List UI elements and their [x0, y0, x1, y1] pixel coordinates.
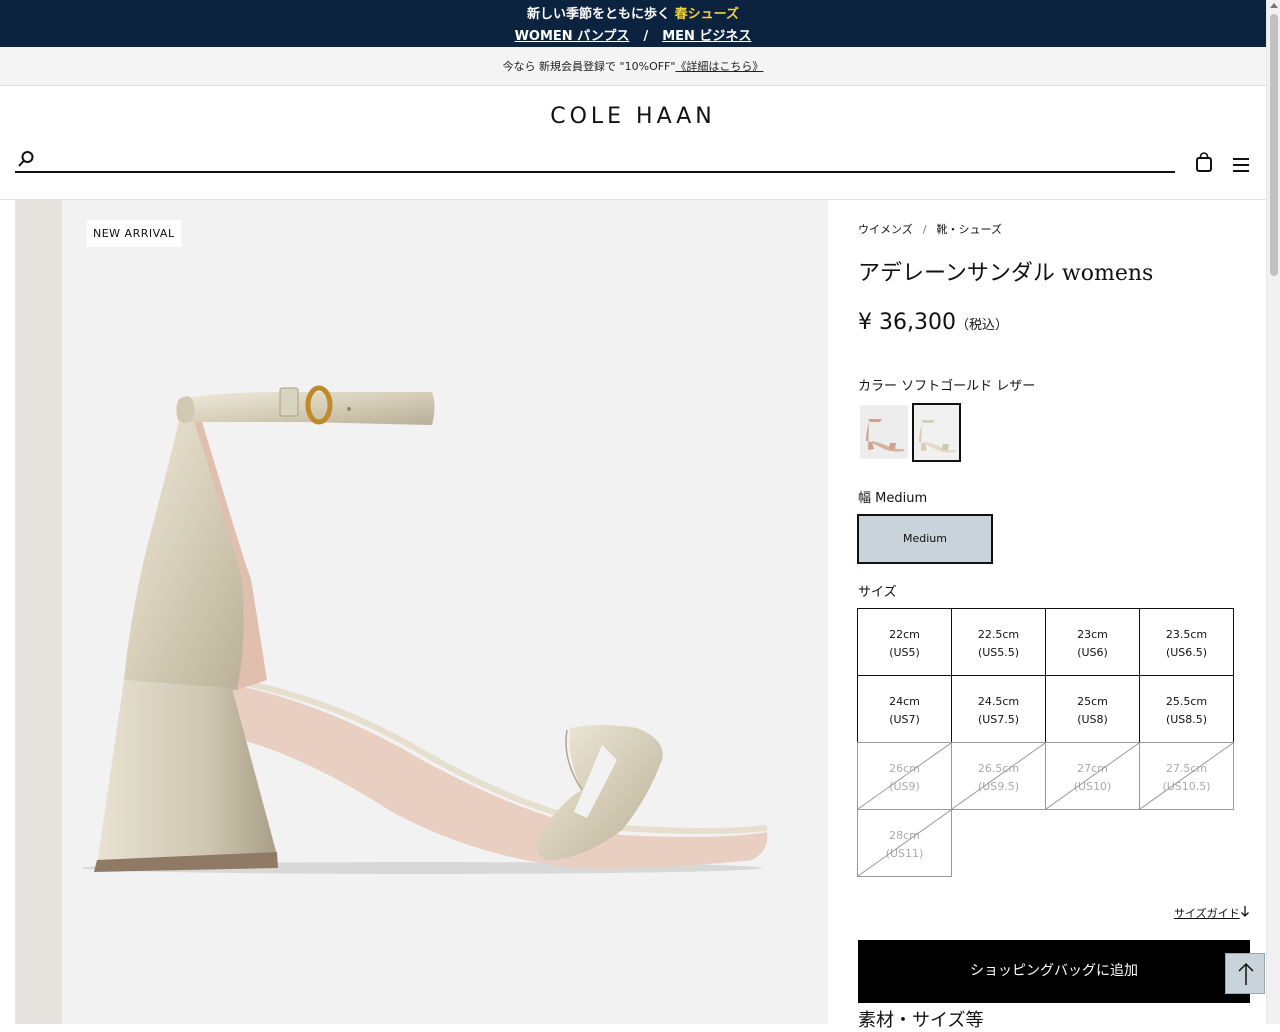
arrow-up-icon: [1238, 962, 1254, 985]
size-option-us: (US8): [1077, 713, 1108, 726]
size-option[interactable]: 25.5cm (US8.5): [1139, 675, 1234, 743]
size-option[interactable]: 22cm (US5): [857, 608, 952, 676]
color-label: カラー ソフトゴールド レザー: [858, 379, 1036, 394]
size-option-cm: 25cm: [1077, 695, 1108, 708]
size-option-cm: 26.5cm: [977, 762, 1020, 775]
member-notice: 今なら 新規会員登録で "10%OFF"《詳細はこちら》: [0, 47, 1266, 86]
size-option: 27.5cm (US10.5): [1139, 742, 1234, 810]
hamburger-menu-icon[interactable]: [1232, 157, 1250, 177]
size-option-cm: 27cm: [1077, 762, 1108, 775]
size-option[interactable]: 22.5cm (US5.5): [951, 608, 1046, 676]
price-tax-note: （税込）: [955, 318, 1008, 333]
scrollbar-thumb[interactable]: [1270, 14, 1278, 276]
product-main-image[interactable]: NEW ARRIVAL: [62, 200, 828, 1024]
promo-links: WOMEN パンプス / MEN ビジネス: [0, 25, 1266, 44]
search-icon[interactable]: [17, 150, 35, 172]
size-option-us: (US5): [889, 646, 920, 659]
add-to-bag-button[interactable]: ショッピングバッグに追加: [858, 940, 1250, 1003]
size-option-cm: 22.5cm: [977, 628, 1020, 641]
price-value: ¥ 36,300: [858, 310, 956, 335]
size-option-cm: 27.5cm: [1165, 762, 1208, 775]
size-option-us: (US7.5): [977, 713, 1020, 726]
promo-link-women[interactable]: WOMEN パンプス: [515, 29, 630, 44]
size-option: 28cm (US11): [857, 809, 952, 877]
size-option-cm: 24.5cm: [977, 695, 1020, 708]
promo-headline-text: 新しい季節をともに歩く: [527, 7, 671, 22]
new-arrival-badge: NEW ARRIVAL: [87, 220, 181, 247]
size-option-us: (US9.5): [977, 780, 1020, 793]
size-option-us: (US5.5): [977, 646, 1020, 659]
scroll-up-arrow-icon[interactable]: [1270, 3, 1278, 8]
promo-link-separator: /: [643, 29, 649, 44]
product-title: アデレーンサンダル womens: [858, 261, 1154, 286]
size-option-us: (US9): [889, 780, 920, 793]
back-to-top-button[interactable]: [1225, 953, 1265, 994]
size-option-us: (US8.5): [1165, 713, 1208, 726]
size-option: 26cm (US9): [857, 742, 952, 810]
sandal-image: [82, 385, 768, 874]
size-option[interactable]: 25cm (US8): [1045, 675, 1140, 743]
breadcrumb-separator: /: [922, 223, 927, 236]
size-option-cm: 22cm: [889, 628, 920, 641]
size-option[interactable]: 24.5cm (US7.5): [951, 675, 1046, 743]
size-option: 26.5cm (US9.5): [951, 742, 1046, 810]
size-option-us: (US6): [1077, 646, 1108, 659]
size-option-cm: 28cm: [889, 829, 920, 842]
size-option-cm: 26cm: [889, 762, 920, 775]
materials-heading: 素材・サイズ等: [858, 1010, 984, 1031]
color-swatch-1[interactable]: [860, 405, 908, 459]
breadcrumb-item-women[interactable]: ウイメンズ: [858, 223, 913, 236]
size-option[interactable]: 24cm (US7): [857, 675, 952, 743]
size-label: サイズ: [858, 585, 897, 600]
promo-headline: 新しい季節をともに歩く 春シューズ: [0, 3, 1266, 22]
size-option-us: (US10.5): [1162, 780, 1211, 793]
size-option-us: (US11): [885, 847, 924, 860]
gallery-thumbnail-strip[interactable]: [15, 200, 62, 1024]
promo-link-men[interactable]: MEN ビジネス: [662, 29, 751, 44]
brand-logo[interactable]: COLE HAAN: [0, 104, 1266, 129]
size-option-us: (US10): [1073, 780, 1112, 793]
promo-headline-highlight[interactable]: 春シューズ: [675, 7, 739, 22]
size-option-cm: 25.5cm: [1165, 695, 1208, 708]
size-option-cm: 24cm: [889, 695, 920, 708]
size-option-us: (US7): [889, 713, 920, 726]
size-option-cm: 23.5cm: [1165, 628, 1208, 641]
size-guide-link[interactable]: サイズガイド: [1174, 905, 1240, 921]
size-option-us: (US6.5): [1165, 646, 1208, 659]
size-option: 27cm (US10): [1045, 742, 1140, 810]
breadcrumb-item-shoes[interactable]: 靴・シューズ: [937, 223, 1002, 236]
size-option[interactable]: 23cm (US6): [1045, 608, 1140, 676]
page-scrollbar[interactable]: [1266, 0, 1280, 1024]
search-bar: [15, 150, 1175, 173]
shopping-bag-icon[interactable]: [1196, 152, 1212, 176]
size-option-cm: 23cm: [1077, 628, 1108, 641]
color-swatch-2[interactable]: [912, 403, 961, 462]
member-notice-text: 今なら 新規会員登録で "10%OFF": [502, 60, 676, 73]
member-notice-link[interactable]: 《詳細はこちら》: [675, 60, 763, 73]
search-input[interactable]: [45, 150, 1165, 170]
width-label: 幅 Medium: [858, 491, 928, 506]
product-price: ¥ 36,300（税込）: [858, 310, 1008, 335]
size-option[interactable]: 23.5cm (US6.5): [1139, 608, 1234, 676]
width-option-medium[interactable]: Medium: [857, 514, 993, 564]
breadcrumb: ウイメンズ / 靴・シューズ: [858, 221, 1002, 237]
arrow-down-icon[interactable]: [1240, 905, 1250, 920]
promo-banner: 新しい季節をともに歩く 春シューズ WOMEN パンプス / MEN ビジネス: [0, 0, 1266, 47]
